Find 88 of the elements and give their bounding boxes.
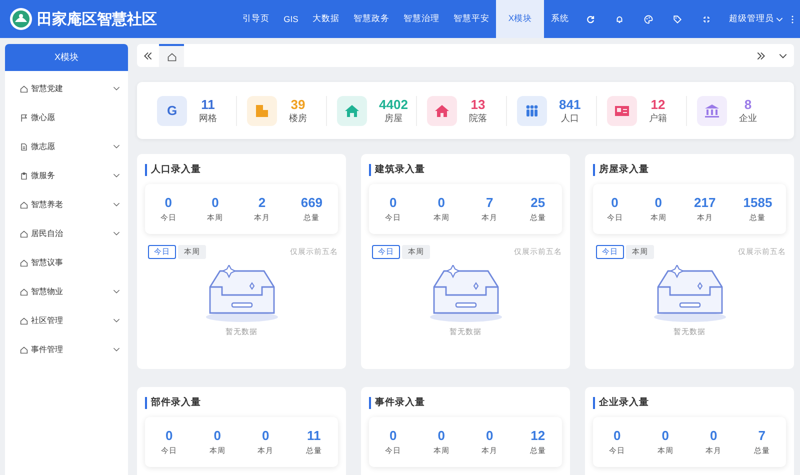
nav-tab[interactable]: 引导页 (236, 0, 277, 38)
stat-value: 12 (650, 96, 666, 112)
sidebar-item[interactable]: 社区管理 (5, 306, 128, 335)
stat-label: 网格 (199, 112, 217, 124)
tag-icon[interactable] (673, 14, 682, 24)
stat-value: 0 (611, 195, 618, 211)
stat-value: 7 (486, 195, 494, 211)
card-title: 部件录入量 (145, 397, 201, 409)
house-icon (20, 346, 28, 354)
app-title: 田家庵区智慧社区 (37, 10, 157, 28)
stat-value: 13 (470, 96, 486, 112)
stat-value: 0 (166, 428, 173, 444)
stat-value: 0 (654, 195, 662, 211)
house-icon (20, 316, 28, 324)
stat-value: 841 (559, 96, 581, 112)
stat-value: 0 (662, 428, 669, 444)
palette-icon[interactable] (644, 14, 653, 24)
house-icon (20, 200, 28, 208)
stat-value: 0 (614, 428, 621, 444)
fullscreen-icon[interactable] (702, 14, 711, 24)
home-icon (166, 52, 176, 62)
stat-value: 217 (694, 195, 716, 211)
caret-icon (776, 16, 783, 22)
stat-label: 户籍 (649, 112, 667, 124)
house-icon (20, 288, 28, 296)
stat-value: 8 (744, 96, 752, 112)
sidebar-item[interactable]: 微志愿 (5, 132, 128, 161)
stat-label: 企业 (739, 112, 757, 124)
card-title: 建筑录入量 (369, 164, 425, 176)
card-title: 事件录入量 (369, 397, 425, 409)
stat-label: 院落 (469, 112, 487, 124)
stat-value: 39 (290, 96, 306, 112)
nav-tab[interactable]: 系统 (544, 0, 576, 38)
letter-icon: G (157, 96, 187, 126)
card-title: 房屋录入量 (593, 164, 649, 176)
stat-value: 11 (201, 96, 215, 112)
stat-value: 669 (300, 195, 323, 211)
scroll-right-icon[interactable] (756, 50, 766, 60)
stat-value: 0 (486, 428, 494, 444)
more-icon[interactable] (791, 14, 794, 24)
stat-value: 0 (390, 195, 397, 211)
sidebar-item[interactable]: 智慧物业 (5, 277, 128, 306)
stat-value: 0 (390, 428, 397, 444)
nav-tab[interactable]: GIS (276, 0, 306, 38)
house-icon (20, 230, 28, 238)
sidebar-item[interactable]: 智慧议事 (5, 248, 128, 277)
sidebar-item[interactable]: 微心愿 (5, 103, 128, 132)
stat-value: 0 (164, 195, 172, 211)
clipboard-icon (20, 172, 28, 180)
sidebar-item[interactable]: 居民自治 (5, 219, 128, 248)
house-icon (20, 258, 28, 266)
stat-value: 1585 (743, 195, 772, 211)
logo-icon (9, 7, 33, 31)
stat-label: 人口 (560, 112, 579, 124)
sidebar-item[interactable]: 事件管理 (5, 335, 128, 364)
nav-tab[interactable]: 智慧政务 (346, 0, 396, 38)
scroll-left-icon[interactable] (143, 50, 153, 60)
stat-value: 12 (530, 428, 546, 444)
stat-label: 楼房 (289, 112, 307, 124)
sidebar-item[interactable]: 微服务 (5, 161, 128, 190)
flag-icon (20, 114, 28, 122)
sidebar-title: X模块 (5, 44, 128, 71)
house-icon (20, 84, 28, 92)
card-title: 人口录入量 (145, 164, 201, 176)
nav-tab[interactable]: 智慧平安 (446, 0, 496, 38)
stat-value: 0 (438, 428, 445, 444)
stat-value: 25 (530, 195, 546, 211)
nav-tab[interactable]: X模块 (496, 0, 544, 38)
stat-value: 0 (214, 428, 221, 444)
document-icon (20, 142, 28, 150)
nav-tab[interactable]: 智慧治理 (396, 0, 446, 38)
nav-tab[interactable]: 大数据 (305, 0, 346, 38)
user-menu[interactable]: 超级管理员 (729, 13, 783, 25)
stat-value: 11 (307, 428, 321, 444)
sidebar-item[interactable]: 智慧养老 (5, 190, 128, 219)
stat-label: 房屋 (384, 112, 402, 124)
stat-value: 0 (438, 195, 445, 211)
sidebar-item[interactable]: 智慧党建 (5, 74, 128, 103)
stat-value: 4402 (379, 96, 408, 112)
card-title: 企业录入量 (593, 397, 649, 409)
stat-value: 7 (758, 428, 766, 444)
home-tab[interactable] (159, 44, 184, 67)
stat-value: 0 (262, 428, 270, 444)
bell-icon[interactable] (615, 14, 624, 24)
stat-value: 0 (710, 428, 718, 444)
stat-value: 2 (258, 195, 266, 211)
refresh-icon[interactable] (586, 14, 595, 24)
stat-value: 0 (212, 195, 219, 211)
